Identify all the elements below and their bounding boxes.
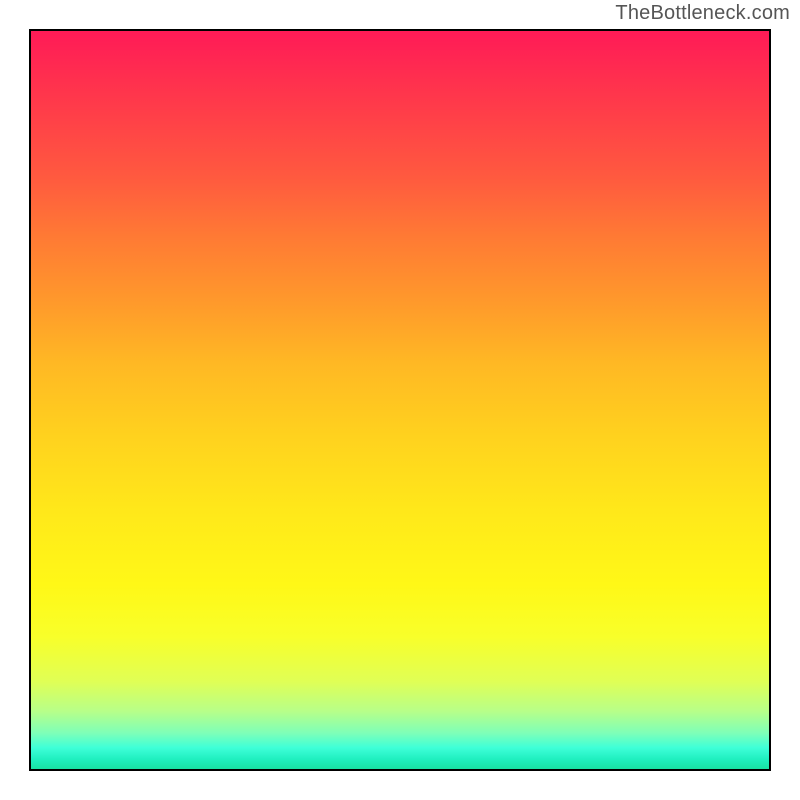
chart-frame: TheBottleneck.com [0,0,800,800]
plot-area [30,30,770,770]
heat-gradient-background [30,30,770,770]
watermark-text: TheBottleneck.com [615,2,790,25]
